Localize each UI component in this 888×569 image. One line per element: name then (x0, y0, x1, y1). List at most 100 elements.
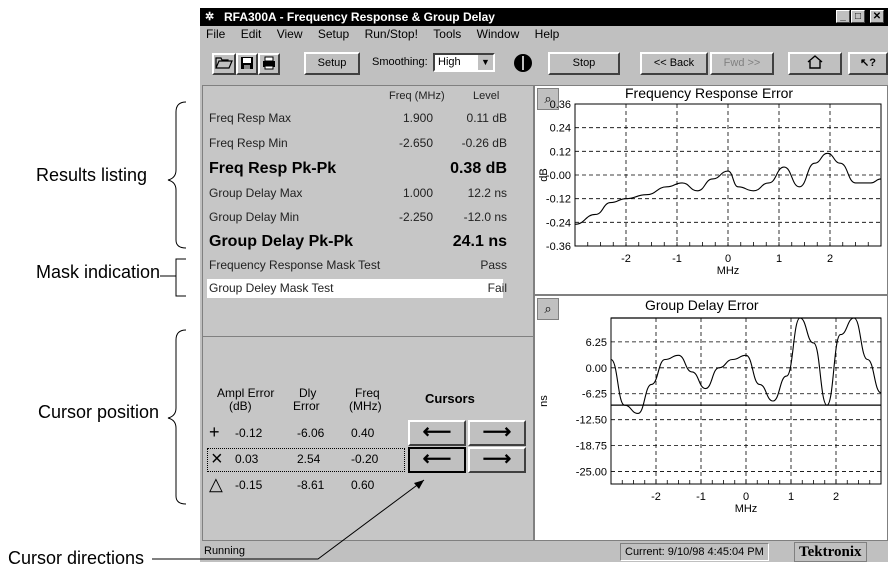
menu-setup[interactable]: Setup (318, 27, 349, 41)
dly-error-header: Dly (299, 386, 317, 400)
group-delay-plot: 6.25 0.00 -6.25 -12.50 -18.75 -25.00 -2 -1 0 1 2 MH… (538, 317, 882, 515)
result-level: -0.26 dB (461, 136, 507, 150)
app-window: ✲ RFA300A - Frequency Response & Group D… (200, 8, 888, 562)
ampl-error-unit: (dB) (229, 399, 252, 413)
freq-header: Freq (355, 386, 380, 400)
y-axis-label: dB (538, 168, 550, 181)
cursor-left-button[interactable]: ⟵ (408, 420, 466, 446)
smoothing-value: High (438, 56, 461, 68)
maximize-button[interactable]: □ (851, 10, 865, 23)
y-tick-label: -18.75 (576, 441, 607, 453)
y-tick-label: -0.24 (546, 217, 571, 229)
result-label: Group Delay Min (209, 210, 300, 224)
cursor-right-button[interactable]: ⟶ (468, 447, 526, 473)
cursor-ampl: -0.15 (235, 478, 263, 492)
y-tick-label: -0.36 (546, 241, 571, 253)
menu-run-stop[interactable]: Run/Stop! (365, 27, 418, 41)
window-title: RFA300A - Frequency Response & Group Del… (224, 10, 495, 24)
arrow-right-icon: ⟶ (482, 448, 512, 470)
result-level: -12.0 ns (463, 210, 507, 224)
help-context-button[interactable]: ↖? (848, 52, 888, 75)
result-level: 0.11 dB (466, 111, 507, 125)
y-tick-label: 0.00 (586, 363, 607, 375)
forward-button[interactable]: Fwd >> (710, 52, 774, 75)
cursor-ampl: -0.12 (235, 426, 263, 440)
status-bar: Running Current: 9/10/98 4:45:04 PM Tekt… (200, 541, 888, 562)
status-text: Running (204, 545, 245, 557)
result-freq: -2.250 (398, 210, 433, 224)
cursor-freq: 0.40 (351, 426, 375, 440)
x-tick-label: 0 (725, 253, 731, 265)
cursor-dly: 2.54 (297, 452, 321, 466)
result-label: Group Delay Max (209, 186, 303, 200)
y-tick-label: -6.25 (582, 389, 607, 401)
y-axis-label: ns (538, 395, 550, 407)
y-tick-label: 0.12 (550, 146, 571, 158)
x-tick-label: 2 (833, 491, 839, 503)
arrow-right-icon: ⟶ (482, 421, 512, 443)
chevron-down-icon[interactable]: ▼ (478, 55, 493, 70)
callout-cursor-position: Cursor position (38, 402, 160, 422)
cursor-triangle-icon: △ (209, 474, 223, 494)
result-level: 0.38 dB (450, 160, 507, 177)
stop-button[interactable]: Stop (548, 52, 620, 75)
smoothing-select[interactable]: High ▼ (433, 53, 495, 72)
help-pointer-icon: ↖? (860, 57, 876, 69)
run-stop-indicator-icon (514, 54, 532, 72)
mask-test-result: Pass (480, 258, 507, 272)
results-panel: Freq (MHz) Level Freq Resp Max 1.900 0.1… (202, 85, 534, 541)
arrow-left-icon: ⟵ (422, 448, 452, 470)
mask-test-result: Fail (487, 281, 507, 295)
result-level: 24.1 ns (452, 233, 507, 250)
result-freq: 1.000 (402, 186, 433, 200)
x-tick-label: 0 (743, 491, 749, 503)
smoothing-label: Smoothing: (372, 56, 428, 68)
menu-file[interactable]: File (206, 27, 225, 41)
menu-view[interactable]: View (277, 27, 303, 41)
col-level-header: Level (473, 90, 500, 102)
x-tick-label: 1 (788, 491, 794, 503)
cursor-x-icon: × (211, 448, 223, 470)
cursor-left-button[interactable]: ⟵ (408, 447, 466, 473)
result-level: 12.2 ns (467, 186, 507, 200)
cursor-dly: -6.06 (297, 426, 325, 440)
print-button[interactable] (258, 53, 280, 75)
home-button[interactable] (788, 52, 842, 75)
cursors-label: Cursors (425, 391, 475, 406)
toolbar: Setup Smoothing: High ▼ Stop << Back Fwd… (200, 43, 888, 83)
current-time: Current: 9/10/98 4:45:04 PM (620, 543, 769, 561)
cursor-freq: 0.60 (351, 478, 375, 492)
y-tick-label: -12.50 (576, 415, 607, 427)
open-folder-icon (215, 57, 233, 69)
callout-results-listing: Results listing (36, 165, 148, 185)
result-freq: 1.900 (402, 111, 433, 125)
back-button[interactable]: << Back (640, 52, 708, 75)
menu-edit[interactable]: Edit (241, 27, 262, 41)
brand-logo: Tektronix (794, 542, 867, 562)
menu-window[interactable]: Window (477, 27, 520, 41)
mask-test-label: Frequency Response Mask Test (209, 258, 381, 272)
menu-help[interactable]: Help (535, 27, 560, 41)
result-label: Freq Resp Min (209, 136, 288, 150)
save-button[interactable] (236, 53, 258, 75)
menu-tools[interactable]: Tools (433, 27, 461, 41)
x-axis-label: MHz (735, 503, 758, 515)
frequency-response-chart: ⌕ Frequency Response Error 0.36 0.24 0.12-… (534, 85, 888, 295)
x-tick-label: -2 (651, 491, 661, 503)
menu-bar: File Edit View Setup Run/Stop! Tools Win… (200, 26, 888, 43)
minimize-button[interactable]: _ (836, 10, 850, 23)
open-folder-button[interactable] (212, 53, 236, 75)
cursor-ampl: 0.03 (235, 452, 259, 466)
app-icon: ✲ (205, 11, 215, 23)
divider (203, 336, 533, 337)
x-tick-label: 1 (776, 253, 782, 265)
x-axis-label: MHz (717, 265, 740, 277)
cursor-dly: -8.61 (297, 478, 325, 492)
x-tick-label: 2 (827, 253, 833, 265)
close-button[interactable]: ✕ (870, 10, 884, 23)
y-tick-label: -0.12 (546, 194, 571, 206)
cursor-right-button[interactable]: ⟶ (468, 420, 526, 446)
x-tick-label: -1 (696, 491, 706, 503)
y-tick-label: -25.00 (576, 467, 607, 479)
setup-button[interactable]: Setup (304, 52, 360, 75)
